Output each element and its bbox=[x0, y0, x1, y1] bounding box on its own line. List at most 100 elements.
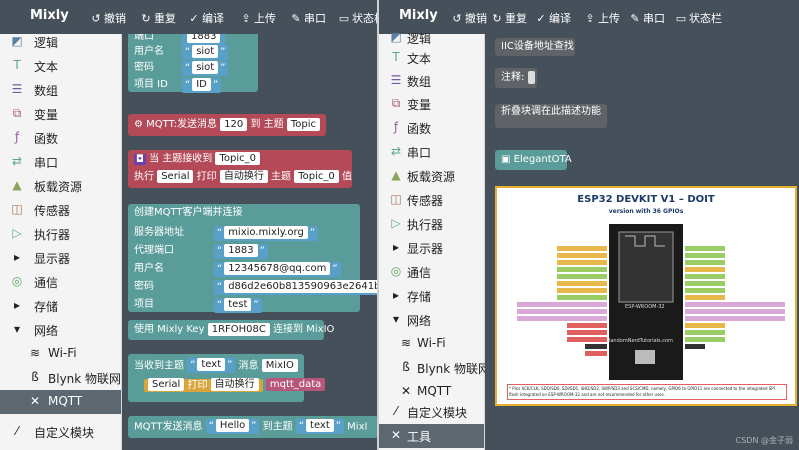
category-text[interactable]: T 文本 bbox=[0, 54, 121, 78]
category-storage[interactable]: ▸ 存储 bbox=[0, 294, 121, 318]
topic-input[interactable]: text bbox=[197, 358, 226, 371]
board-icon: ▲ bbox=[391, 168, 401, 182]
upload-icon: ⇪ bbox=[585, 12, 595, 25]
user-input[interactable]: siot bbox=[192, 45, 219, 58]
category-list[interactable]: ☰ 数组 bbox=[0, 78, 121, 102]
project-input[interactable]: test bbox=[224, 298, 252, 311]
category-network[interactable]: ▾ 网络 bbox=[379, 308, 484, 332]
category-communication[interactable]: ◎ 通信 bbox=[379, 260, 484, 284]
password-input[interactable]: d86d2e60b813590963e2641b4 bbox=[224, 280, 377, 293]
esp32-pinout-image: ESP32 DEVKIT V1 – DOIT version with 36 G… bbox=[495, 186, 797, 406]
custom-module-icon: ⁄ bbox=[15, 424, 18, 438]
topic-var[interactable]: Topic_0 bbox=[294, 170, 339, 183]
category-list[interactable]: ☰ 数组 bbox=[379, 69, 484, 93]
actuator-icon: ▷ bbox=[12, 226, 22, 240]
serial-select[interactable]: Serial bbox=[157, 170, 194, 183]
topic-name-input[interactable]: Topic_0 bbox=[215, 152, 260, 165]
category-sensor[interactable]: ◫ 传感器 bbox=[379, 188, 484, 212]
category-variable[interactable]: ⧉ 变量 bbox=[0, 102, 121, 126]
display-icon: ▸ bbox=[392, 240, 400, 254]
redo-button[interactable]: ↻ 重复 bbox=[140, 10, 176, 26]
category-storage[interactable]: ▸ 存储 bbox=[379, 284, 484, 308]
category-wifi[interactable]: ≋ Wi-Fi bbox=[379, 332, 484, 356]
list-icon: ☰ bbox=[390, 73, 402, 87]
compile-button[interactable]: ✓ 编译 bbox=[535, 10, 571, 26]
blynk-icon: ß bbox=[402, 360, 410, 374]
pinout-note: * Pins SCK/CLK, SDO/SD0, SDI/SD1, SHD/SD… bbox=[507, 384, 787, 400]
category-serial[interactable]: ⇄ 串口 bbox=[0, 150, 121, 174]
wifi-icon: ≋ bbox=[29, 346, 41, 360]
category-function[interactable]: ƒ 函数 bbox=[379, 116, 484, 140]
upload-button[interactable]: ⇪ 上传 bbox=[240, 10, 276, 26]
category-communication[interactable]: ◎ 通信 bbox=[0, 270, 121, 294]
upload-icon: ⇪ bbox=[241, 12, 251, 25]
port-input[interactable]: 1883 bbox=[187, 34, 221, 43]
undo-button[interactable]: ↺ 撤销 bbox=[90, 10, 126, 26]
category-board[interactable]: ▲ 板载资源 bbox=[379, 164, 484, 188]
category-mqtt[interactable]: ✕ MQTT bbox=[0, 390, 121, 414]
compile-button[interactable]: ✓ 编译 bbox=[188, 10, 224, 26]
mqtt-send-block[interactable]: ⚙ MQTT:发送消息 120 到 主题 Topic bbox=[128, 114, 326, 136]
category-display[interactable]: ▸ 显示器 bbox=[379, 236, 484, 260]
category-network[interactable]: ▾ 网络 bbox=[0, 318, 121, 342]
newline-select[interactable]: 自动换行 bbox=[219, 170, 268, 183]
send-value-input[interactable]: 120 bbox=[220, 117, 248, 131]
port-input[interactable]: 1883 bbox=[224, 244, 258, 257]
message-var[interactable]: MixIO bbox=[261, 358, 298, 372]
status-button[interactable]: ▭状态栏 bbox=[675, 10, 722, 26]
fold-block[interactable]: 折叠块调在此描述功能 bbox=[495, 104, 607, 128]
undo-icon: ↺ bbox=[91, 12, 101, 25]
category-tools[interactable]: ✕工具 bbox=[379, 424, 484, 448]
right-pin-labels bbox=[685, 246, 785, 349]
category-tools[interactable]: ✕工具 bbox=[0, 444, 121, 450]
category-sensor[interactable]: ◫ 传感器 bbox=[0, 198, 121, 222]
server-input[interactable]: mixio.mixly.org bbox=[224, 226, 308, 239]
category-function[interactable]: ƒ 函数 bbox=[0, 126, 121, 150]
status-icon: ▭ bbox=[338, 12, 350, 25]
category-logic[interactable]: ◩ 逻辑 bbox=[0, 30, 121, 54]
comment-block[interactable]: 注释: bbox=[495, 68, 537, 88]
serial-button[interactable]: ✎ 串口 bbox=[290, 10, 326, 26]
category-blynk[interactable]: ß Blynk 物联网 bbox=[379, 356, 490, 380]
category-serial[interactable]: ⇄ 串口 bbox=[379, 140, 484, 164]
list-icon: ☰ bbox=[11, 82, 23, 96]
serial-button[interactable]: ✎ 串口 bbox=[629, 10, 665, 26]
mqtt-publish-block[interactable]: MQTT发送消息 “Hello” 到主题 “text” MixI bbox=[128, 416, 377, 438]
redo-button[interactable]: ↻ 重复 bbox=[491, 10, 527, 26]
category-blynk[interactable]: ß Blynk 物联网 bbox=[0, 366, 121, 390]
undo-button[interactable]: ↺ 撤销 bbox=[451, 10, 487, 26]
category-custom-module[interactable]: ⁄ 自定义模块 bbox=[0, 420, 121, 444]
message-input[interactable]: Hello bbox=[215, 419, 250, 432]
category-board[interactable]: ▲ 板载资源 bbox=[0, 174, 121, 198]
username-input[interactable]: 12345678@qq.com bbox=[224, 262, 331, 275]
serial-select[interactable]: Serial bbox=[148, 378, 185, 391]
logic-icon: ◩ bbox=[390, 30, 402, 44]
function-icon: ƒ bbox=[393, 120, 399, 134]
iic-scan-block[interactable]: IIC设备地址查找 bbox=[495, 38, 575, 56]
actuator-icon: ▷ bbox=[391, 216, 401, 230]
status-button[interactable]: ▭状态栏 bbox=[338, 10, 377, 26]
topic-input[interactable]: text bbox=[306, 419, 334, 432]
elegant-ota-block[interactable]: ▣ ElegantOTA bbox=[495, 150, 572, 170]
mixly-key-block[interactable]: 使用 Mixly Key 1RFOH08C 连接到 MixIO bbox=[128, 320, 334, 340]
comment-input[interactable] bbox=[527, 70, 535, 84]
category-display[interactable]: ▸ 显示器 bbox=[0, 246, 121, 270]
category-actuator[interactable]: ▷ 执行器 bbox=[379, 212, 484, 236]
category-custom-module[interactable]: ⁄ 自定义模块 bbox=[379, 400, 484, 424]
password-input[interactable]: siot bbox=[192, 61, 219, 74]
topic-input[interactable]: Topic bbox=[286, 117, 320, 131]
blockly-workspace[interactable]: 端口 1883 用户名 “siot” 密码 “siot” 项目 ID “ID” … bbox=[122, 34, 377, 450]
upload-button[interactable]: ⇪ 上传 bbox=[584, 10, 620, 26]
category-actuator[interactable]: ▷ 执行器 bbox=[0, 222, 121, 246]
mqtt-data-var[interactable]: mqtt_data bbox=[265, 378, 326, 391]
project-id-input[interactable]: ID bbox=[192, 78, 211, 91]
left-window: Mixly ↺撤销 ↻重复 ✓编译 ⇪上传 ✎串口 ▭状态栏 ◩逻辑 T文本 ☰… bbox=[0, 0, 377, 450]
category-wifi[interactable]: ≋ Wi-Fi bbox=[0, 342, 121, 366]
category-text[interactable]: T 文本 bbox=[379, 46, 484, 70]
mixly-key-input[interactable]: 1RFOH08C bbox=[207, 322, 270, 336]
wifi-icon: ≋ bbox=[400, 336, 412, 350]
category-sidebar: ◩ 逻辑 T 文本 ☰ 数组 ⧉ 变量 ƒ 函数 ⇄ 串口 ▲ 板载资源 ◫ 传感器 ▷ 执行器 … bbox=[379, 30, 490, 450]
category-variable[interactable]: ⧉ 变量 bbox=[379, 92, 484, 116]
blockly-workspace[interactable]: IIC设备地址查找 注释: 折叠块调在此描述功能 ▣ ElegantOTA ES… bbox=[485, 34, 799, 450]
newline-select[interactable]: 自动换行 bbox=[210, 378, 259, 391]
